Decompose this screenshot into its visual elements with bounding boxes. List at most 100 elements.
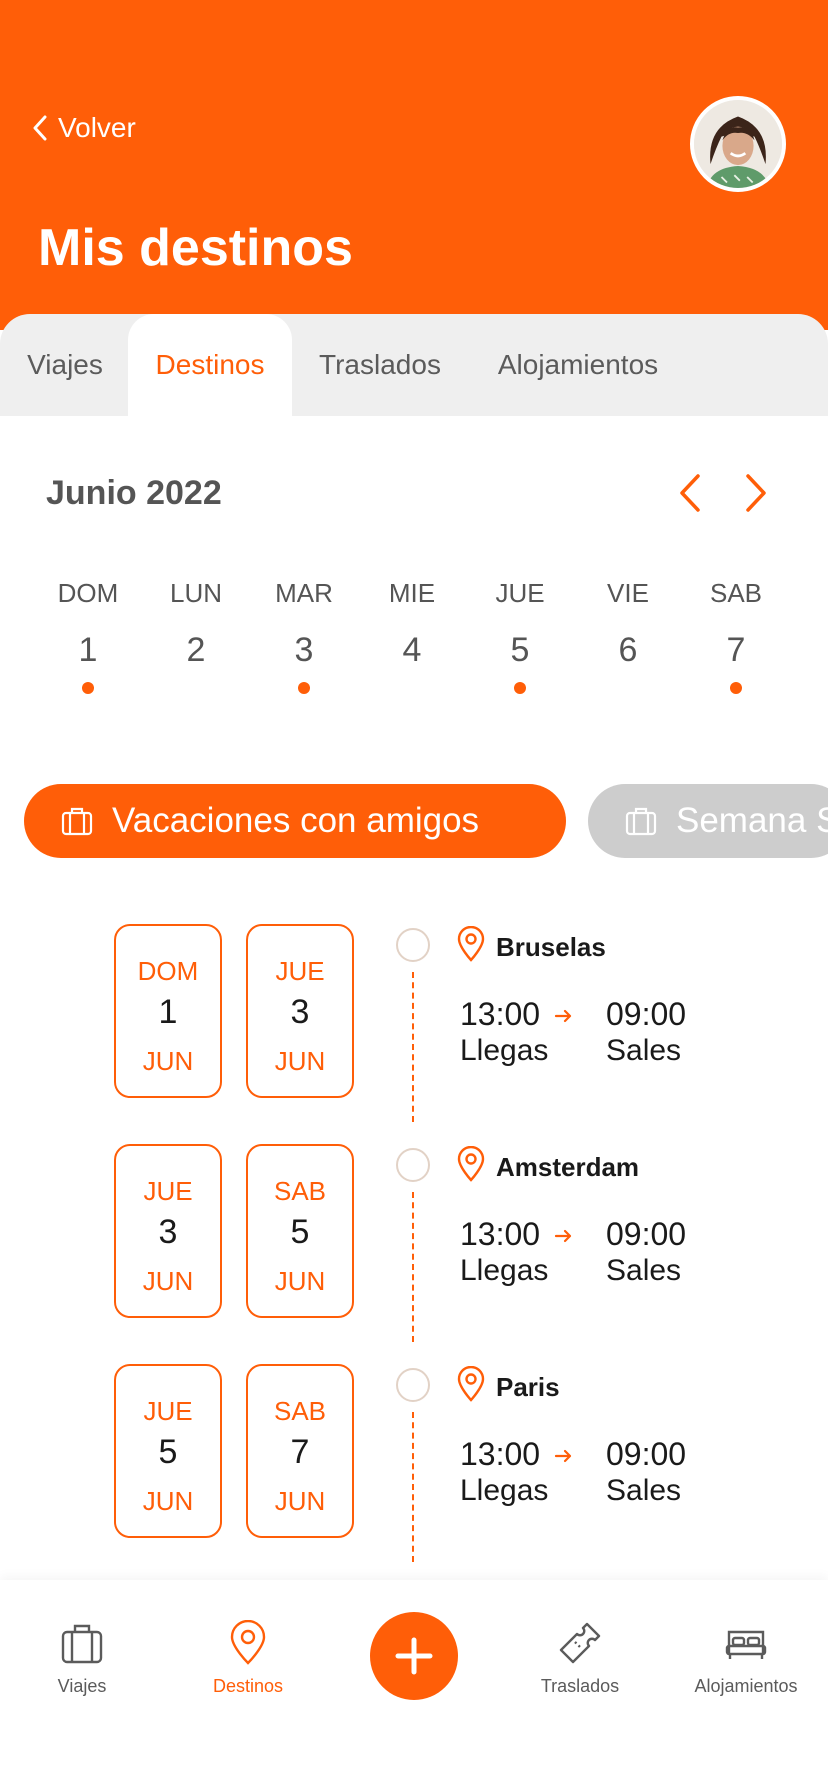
arrival-time: 13:00 [460, 1216, 541, 1252]
day-name: VIE [607, 578, 649, 608]
destination-row[interactable]: DOM 1 JUN JUE 3 JUN Bruselas 13:00 09:00… [0, 924, 828, 1122]
date-day: 1 [158, 993, 178, 1031]
date-weekday: SAB [273, 1176, 327, 1206]
date-day: 3 [290, 993, 310, 1031]
ticket-icon [559, 1622, 601, 1664]
header: Volver Mis destinos [0, 0, 828, 330]
nav-label: Destinos [212, 1676, 284, 1696]
date-weekday: JUE [275, 956, 325, 986]
location-pin-icon [230, 1620, 266, 1665]
suitcase-icon [61, 807, 93, 836]
tab-alojamientos[interactable]: Alojamientos [476, 314, 680, 416]
arrival-label: Llegas [460, 1034, 549, 1067]
date-weekday: SAB [273, 1396, 327, 1426]
tab-destinos[interactable]: Destinos [128, 314, 292, 416]
nav-label: Alojamientos [694, 1676, 798, 1696]
timeline-connector [412, 972, 414, 1122]
trip-chip-vacaciones[interactable]: Vacaciones con amigos [24, 784, 566, 858]
nav-destinos[interactable]: Destinos [178, 1620, 318, 1697]
trip-chip-semana[interactable]: Semana S [588, 784, 828, 858]
day-number: 3 [294, 631, 314, 669]
day-number: 5 [510, 631, 530, 669]
end-date-box: SAB 7 JUN [246, 1364, 354, 1538]
user-avatar-image [694, 100, 782, 188]
destination-city: Amsterdam [496, 1152, 640, 1182]
destination-city: Bruselas [496, 932, 606, 962]
date-month: JUN [274, 1046, 326, 1076]
tab-traslados[interactable]: Traslados [304, 314, 456, 416]
date-month: JUN [142, 1046, 194, 1076]
day-cell[interactable]: MAR 3 [254, 578, 354, 694]
timeline-node [396, 928, 430, 962]
arrow-right-icon [554, 1009, 572, 1023]
day-cell[interactable]: SAB 7 [686, 578, 786, 694]
nav-traslados[interactable]: Traslados [510, 1620, 650, 1697]
day-cell[interactable]: JUE 5 [470, 578, 570, 694]
departure-label: Sales [606, 1254, 682, 1287]
avatar[interactable] [690, 96, 786, 192]
plus-icon [395, 1637, 433, 1675]
day-number: 6 [618, 631, 638, 669]
day-cell[interactable]: LUN 2 [146, 578, 246, 670]
page-title: Mis destinos [38, 219, 353, 277]
day-cell[interactable]: VIE 6 [578, 578, 678, 670]
nav-label: Viajes [57, 1676, 107, 1696]
date-weekday: JUE [143, 1396, 193, 1426]
arrow-right-icon [554, 1229, 572, 1243]
destination-city: Paris [496, 1372, 560, 1402]
destination-row[interactable]: JUE 5 JUN SAB 7 JUN Paris 13:00 09:00 Ll… [0, 1364, 828, 1562]
start-date-box: JUE 5 JUN [114, 1364, 222, 1538]
day-cell[interactable]: MIE 4 [362, 578, 462, 670]
add-button[interactable] [370, 1612, 458, 1700]
day-cell[interactable]: DOM 1 [38, 578, 138, 694]
day-name: MIE [388, 578, 436, 608]
date-month: JUN [142, 1486, 194, 1516]
date-month: JUN [274, 1266, 326, 1296]
suitcase-icon [625, 807, 657, 836]
date-day: 5 [290, 1213, 310, 1251]
event-dot [514, 682, 526, 694]
timeline-node [396, 1148, 430, 1182]
bottom-nav: Viajes Destinos Traslados Alojamientos [0, 1580, 828, 1792]
tab-bar: Viajes Destinos Traslados Alojamientos [0, 314, 828, 416]
date-day: 5 [158, 1433, 178, 1471]
timeline-connector [412, 1412, 414, 1562]
date-weekday: JUE [143, 1176, 193, 1206]
day-number: 4 [402, 631, 422, 669]
day-number: 2 [186, 631, 206, 669]
chevron-right-icon[interactable] [736, 470, 776, 516]
arrival-time: 13:00 [460, 996, 541, 1032]
date-day: 7 [290, 1433, 310, 1471]
location-pin-icon [457, 1366, 485, 1402]
trip-chip-label: Semana S [676, 801, 828, 840]
back-button[interactable]: Volver [30, 112, 136, 144]
arrow-right-icon [554, 1449, 572, 1463]
departure-label: Sales [606, 1034, 682, 1067]
arrival-label: Llegas [460, 1254, 549, 1287]
destination-row[interactable]: JUE 3 JUN SAB 5 JUN Amsterdam 13:00 09:0… [0, 1144, 828, 1342]
trip-chip-label: Vacaciones con amigos [112, 801, 480, 840]
day-number: 1 [78, 631, 98, 669]
date-weekday: DOM [137, 956, 199, 986]
start-date-box: JUE 3 JUN [114, 1144, 222, 1318]
day-name: SAB [709, 578, 763, 608]
timeline-node [396, 1368, 430, 1402]
month-label: Junio 2022 [46, 474, 222, 512]
end-date-box: SAB 5 JUN [246, 1144, 354, 1318]
back-label: Volver [58, 112, 136, 143]
suitcase-icon [61, 1624, 103, 1664]
day-name: MAR [275, 578, 333, 608]
event-dot [730, 682, 742, 694]
day-name: DOM [57, 578, 119, 608]
date-day: 3 [158, 1213, 178, 1251]
departure-time: 09:00 [606, 1216, 687, 1252]
tab-viajes[interactable]: Viajes [12, 314, 118, 416]
location-pin-icon [457, 1146, 485, 1182]
nav-viajes[interactable]: Viajes [12, 1620, 152, 1697]
location-pin-icon [457, 926, 485, 962]
departure-time: 09:00 [606, 1436, 687, 1472]
week-strip: DOM 1 LUN 2 MAR 3 MIE 4 JUE 5 VIE 6 SAB … [34, 578, 794, 698]
chevron-left-icon[interactable] [670, 470, 710, 516]
day-number: 7 [726, 631, 746, 669]
nav-alojamientos[interactable]: Alojamientos [676, 1620, 816, 1697]
